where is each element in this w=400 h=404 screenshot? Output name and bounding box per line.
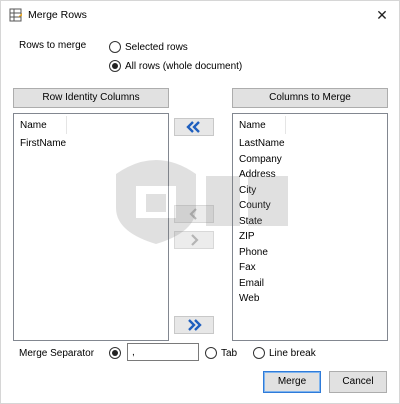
radio-all-rows[interactable]: All rows (whole document)	[109, 60, 242, 72]
radio-tab-label: Tab	[221, 347, 238, 359]
move-all-left-button[interactable]	[174, 118, 214, 136]
list-item[interactable]: Email	[233, 276, 387, 292]
list-item[interactable]: LastName	[233, 136, 387, 152]
radio-all-rows-circle[interactable]	[109, 60, 121, 72]
window-title: Merge Rows	[28, 9, 87, 21]
list-header-name: Name	[20, 120, 47, 131]
double-chevron-left-icon	[186, 121, 200, 133]
merge-rows-dialog: Merge Rows ✕ Rows to merge Selected rows…	[0, 0, 400, 404]
radio-selected-rows[interactable]: Selected rows	[109, 41, 188, 53]
chevron-right-icon	[191, 234, 199, 246]
rows-to-merge-label: Rows to merge	[19, 40, 87, 51]
merge-button[interactable]: Merge	[263, 371, 321, 393]
title-bar: Merge Rows ✕	[1, 1, 399, 29]
list-item[interactable]: Address	[233, 167, 387, 183]
radio-all-rows-label: All rows (whole document)	[125, 60, 243, 72]
list-column-header[interactable]: Name	[233, 114, 387, 136]
radio-line-break-label: Line break	[269, 347, 316, 359]
radio-line-break-circle[interactable]	[253, 347, 265, 359]
merge-separator-label: Merge Separator	[19, 348, 95, 359]
list-item[interactable]: Phone	[233, 245, 387, 261]
double-chevron-right-icon	[188, 319, 202, 331]
list-item[interactable]: Company	[233, 152, 387, 168]
radio-selected-rows-label: Selected rows	[125, 41, 188, 53]
row-identity-columns-button[interactable]: Row Identity Columns	[13, 88, 169, 108]
list-item[interactable]: ZIP	[233, 229, 387, 245]
list-item[interactable]: Web	[233, 291, 387, 307]
header-divider	[285, 116, 286, 134]
separator-input[interactable]	[127, 343, 199, 361]
list-item[interactable]: FirstName	[14, 136, 168, 152]
list-item[interactable]: County	[233, 198, 387, 214]
cancel-button[interactable]: Cancel	[329, 371, 387, 393]
table-app-icon	[9, 8, 22, 22]
columns-to-merge-list[interactable]: Name LastName Company Address City Count…	[232, 113, 388, 341]
move-left-button[interactable]	[174, 205, 214, 223]
radio-line-break[interactable]: Line break	[253, 347, 316, 359]
list-item[interactable]: State	[233, 214, 387, 230]
list-item[interactable]: Fax	[233, 260, 387, 276]
columns-to-merge-button[interactable]: Columns to Merge	[232, 88, 388, 108]
radio-tab[interactable]: Tab	[205, 347, 237, 359]
list-column-header[interactable]: Name	[14, 114, 168, 136]
radio-custom-separator-circle[interactable]	[109, 347, 121, 359]
list-item[interactable]: City	[233, 183, 387, 199]
close-icon: ✕	[376, 7, 388, 23]
close-button[interactable]: ✕	[371, 5, 393, 25]
list-header-name: Name	[239, 120, 266, 131]
row-identity-list[interactable]: Name FirstName	[13, 113, 169, 341]
chevron-left-icon	[189, 208, 197, 220]
radio-custom-separator[interactable]	[109, 347, 121, 359]
move-all-right-button[interactable]	[174, 316, 214, 334]
header-divider	[66, 116, 67, 134]
move-right-button[interactable]	[174, 231, 214, 249]
radio-selected-rows-circle[interactable]	[109, 41, 121, 53]
radio-tab-circle[interactable]	[205, 347, 217, 359]
